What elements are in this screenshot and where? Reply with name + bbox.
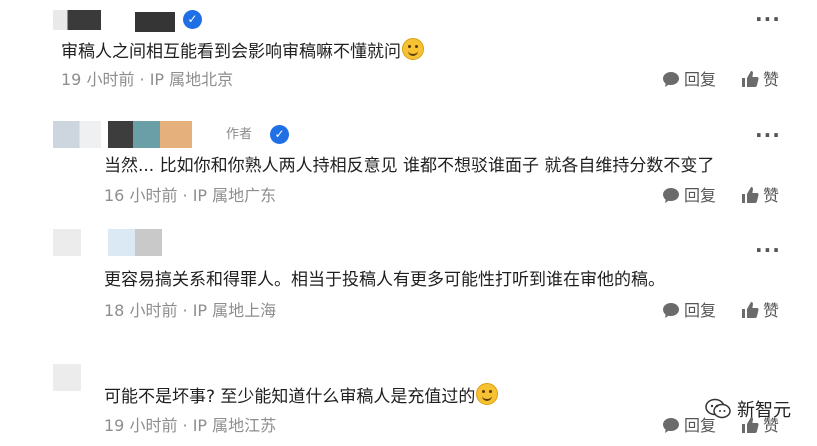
thumbs-up-icon [742, 302, 759, 318]
avatar[interactable] [53, 10, 101, 30]
more-options-icon[interactable]: ··· [755, 240, 780, 260]
reply-icon [663, 188, 679, 203]
comment-meta: 19 小时前 · IP 属地北京 [61, 70, 234, 89]
thumbs-up-icon [742, 187, 759, 203]
username-redacted[interactable] [108, 229, 162, 256]
comment-text: 更容易搞关系和得罪人。相当于投稿人有更多可能性打听到谁在审他的稿。 [104, 270, 665, 290]
watermark-label: 新智元 [737, 400, 791, 421]
reply-button[interactable]: 回复 [662, 185, 716, 207]
username-redacted[interactable] [135, 12, 175, 32]
comment-meta: 16 小时前 · IP 属地广东 [104, 186, 277, 205]
avatar[interactable] [53, 364, 81, 391]
comment-text: 当然... 比如你和你熟人两人持相反意见 谁都不想驳谁面子 就各自维持分数不变了 [104, 156, 715, 176]
reply-icon [663, 72, 679, 87]
like-button[interactable]: 赞 [741, 69, 779, 91]
grinning-emoji-icon [476, 383, 499, 405]
more-options-icon[interactable]: ··· [755, 125, 780, 145]
thinking-emoji-icon [402, 38, 424, 60]
thumbs-up-icon [742, 71, 759, 87]
comment-meta: 19 小时前 · IP 属地江苏 [104, 416, 277, 435]
watermark: 新智元 [705, 396, 791, 422]
reply-icon [663, 418, 679, 433]
avatar[interactable] [53, 229, 81, 256]
like-button[interactable]: 赞 [741, 185, 779, 207]
wechat-icon [705, 398, 731, 419]
like-button[interactable]: 赞 [741, 300, 779, 322]
reply-button[interactable]: 回复 [662, 300, 716, 322]
avatar[interactable] [53, 121, 101, 148]
author-badge: 作者 [226, 127, 253, 142]
reply-button[interactable]: 回复 [662, 69, 716, 91]
reply-icon [663, 303, 679, 318]
username-redacted[interactable] [108, 121, 192, 148]
verified-icon: ✓ [183, 10, 202, 29]
comment-text: 审稿人之间相互能看到会影响审稿嘛不懂就问 [61, 38, 424, 64]
more-options-icon[interactable]: ··· [755, 9, 780, 29]
comment-meta: 18 小时前 · IP 属地上海 [104, 301, 277, 320]
comment-text: 可能不是坏事? 至少能知道什么审稿人是充值过的 [104, 383, 499, 409]
verified-icon: ✓ [270, 125, 289, 144]
